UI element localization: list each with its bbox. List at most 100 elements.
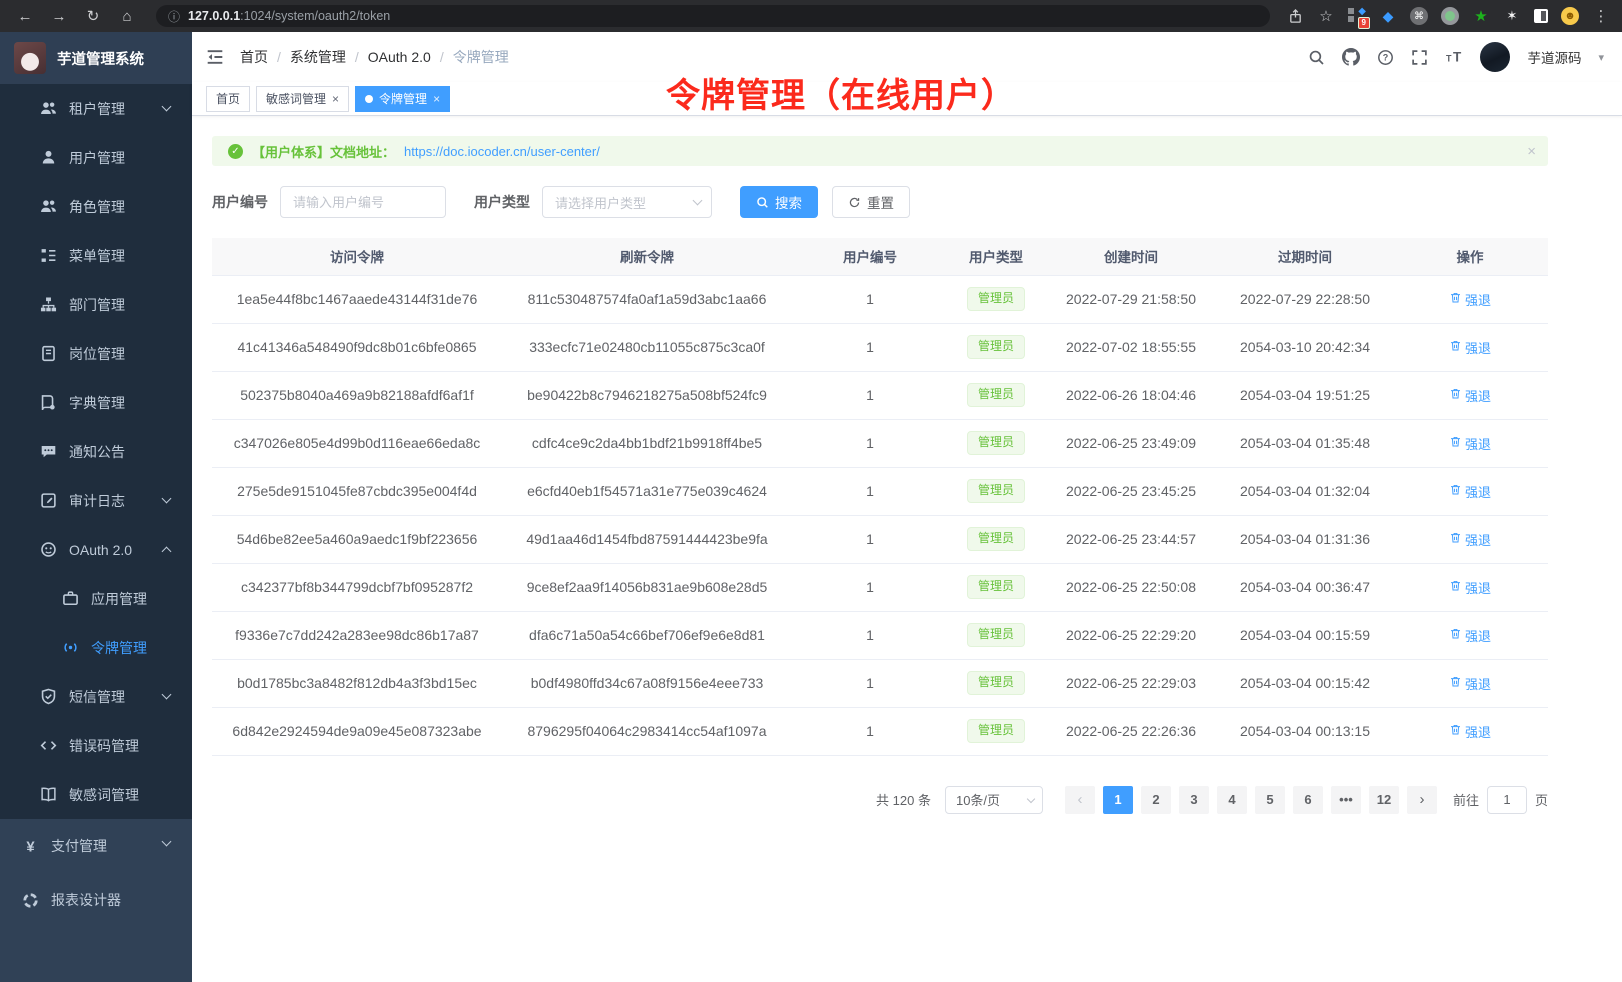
sidebar-item-notice[interactable]: 通知公告 [0, 427, 192, 476]
sidebar-item-pay[interactable]: ¥支付管理 [0, 819, 192, 873]
app-logo-row[interactable]: 芋道管理系统 [0, 32, 192, 84]
sidebar-item-audit-log[interactable]: 审计日志 [0, 476, 192, 525]
sidebar-item-label: 字典管理 [69, 393, 125, 413]
fullscreen-icon[interactable] [1411, 49, 1428, 66]
sidebar-item-tenant[interactable]: 租户管理 [0, 84, 192, 133]
trash-icon [1449, 627, 1462, 643]
force-logout-link[interactable]: 强退 [1449, 290, 1491, 309]
tab-home[interactable]: 首页 [206, 86, 250, 112]
user-id-input[interactable] [280, 186, 446, 218]
alert-doc-link[interactable]: https://doc.iocoder.cn/user-center/ [404, 144, 600, 159]
share-icon[interactable] [1286, 7, 1304, 25]
prev-page-button[interactable]: ‹ [1065, 786, 1095, 814]
force-logout-link[interactable]: 强退 [1449, 722, 1491, 741]
page-button[interactable]: 1 [1103, 786, 1133, 814]
sidebar-item-user[interactable]: 用户管理 [0, 133, 192, 182]
sidebar-item-label: 应用管理 [91, 589, 147, 609]
column-header: 创建时间 [1044, 238, 1218, 275]
force-logout-label: 强退 [1465, 674, 1491, 693]
sidebar-item-menu[interactable]: 菜单管理 [0, 231, 192, 280]
browser-home-icon[interactable]: ⌂ [114, 8, 140, 25]
next-page-button[interactable]: › [1407, 786, 1437, 814]
sidebar-item-role[interactable]: 角色管理 [0, 182, 192, 231]
tab-sensitive-word[interactable]: 敏感词管理× [256, 86, 349, 112]
refresh-token-cell: 811c530487574fa0af1a59d3abc1aa66 [502, 275, 792, 323]
browser-menu-icon[interactable]: ⋮ [1592, 7, 1610, 25]
force-logout-link[interactable]: 强退 [1449, 338, 1491, 357]
page-button[interactable]: 2 [1141, 786, 1171, 814]
sidebar-item-oauth2-token[interactable]: 令牌管理 [0, 623, 192, 672]
page-button[interactable]: 4 [1217, 786, 1247, 814]
sidebar-item-label: 部门管理 [69, 295, 125, 315]
font-size-icon[interactable]: TT [1445, 49, 1463, 65]
user-type-cell: 管理员 [948, 419, 1044, 467]
green-star-extension-icon[interactable]: ★ [1472, 7, 1490, 25]
code-icon [40, 737, 57, 754]
action-cell: 强退 [1392, 611, 1548, 659]
user-type-badge: 管理员 [967, 527, 1025, 551]
breadcrumb-item[interactable]: 系统管理 [290, 47, 346, 67]
tab-label: 首页 [216, 90, 240, 107]
page-button[interactable]: 3 [1179, 786, 1209, 814]
breadcrumb-item[interactable]: OAuth 2.0 [368, 49, 431, 65]
sidebar-item-dept[interactable]: 部门管理 [0, 280, 192, 329]
more-pages-button[interactable]: ••• [1331, 786, 1361, 814]
sidebar-item-post[interactable]: 岗位管理 [0, 329, 192, 378]
sidebar-item-report-designer[interactable]: 报表设计器 [0, 873, 192, 927]
force-logout-link[interactable]: 强退 [1449, 482, 1491, 501]
page-button[interactable]: 12 [1369, 786, 1399, 814]
refresh-token-cell: 9ce8ef2aa9f14056b831ae9b608e28d5 [502, 563, 792, 611]
gem-extension-icon[interactable]: ◆ [1379, 7, 1397, 25]
bookmark-star-icon[interactable]: ☆ [1317, 7, 1335, 25]
page-size-select[interactable]: 10条/页 [945, 786, 1043, 814]
force-logout-link[interactable]: 强退 [1449, 530, 1491, 549]
search-button[interactable]: 搜索 [740, 186, 818, 218]
sidebar-item-sms[interactable]: 短信管理 [0, 672, 192, 721]
force-logout-link[interactable]: 强退 [1449, 674, 1491, 693]
force-logout-link[interactable]: 强退 [1449, 434, 1491, 453]
expire-time-cell: 2054-03-04 01:35:48 [1218, 419, 1392, 467]
user-type-cell: 管理员 [948, 707, 1044, 755]
recorder-extension-icon[interactable] [1441, 7, 1459, 25]
help-icon[interactable]: ? [1377, 49, 1394, 66]
force-logout-link[interactable]: 强退 [1449, 626, 1491, 645]
sidebar-item-oauth2-app[interactable]: 应用管理 [0, 574, 192, 623]
extension-grid-icon[interactable]: ◆9 [1348, 7, 1366, 25]
dict-icon [40, 394, 57, 411]
sidebar-item-dict[interactable]: 字典管理 [0, 378, 192, 427]
url-host: 127.0.0.1 [188, 9, 240, 23]
reset-button[interactable]: 重置 [832, 186, 910, 218]
pin-extension-icon[interactable]: ✶ [1503, 7, 1521, 25]
created-time-cell: 2022-06-25 23:49:09 [1044, 419, 1218, 467]
user-type-badge: 管理员 [967, 335, 1025, 359]
username[interactable]: 芋道源码 [1527, 47, 1581, 67]
browser-url-bar[interactable]: ⓘ 127.0.0.1:1024/system/oauth2/token [156, 5, 1270, 27]
alert-close-icon[interactable]: × [1527, 143, 1536, 160]
goto-page-input[interactable] [1487, 786, 1527, 814]
page-button[interactable]: 5 [1255, 786, 1285, 814]
site-info-icon[interactable]: ⓘ [168, 8, 180, 25]
tab-close-icon[interactable]: × [433, 92, 440, 106]
browser-reload-icon[interactable]: ↻ [80, 7, 106, 25]
column-header: 访问令牌 [212, 238, 502, 275]
sidebar-item-sensitive-word[interactable]: 敏感词管理 [0, 770, 192, 819]
sidebar-collapse-icon[interactable] [206, 48, 224, 66]
emoji-extension-icon[interactable]: ☻ [1561, 7, 1579, 25]
search-icon[interactable] [1308, 49, 1325, 66]
browser-back-icon[interactable]: ← [12, 8, 38, 25]
tab-token[interactable]: 令牌管理× [355, 86, 450, 112]
sidepanel-icon[interactable] [1534, 9, 1548, 23]
browser-forward-icon[interactable]: → [46, 8, 72, 25]
force-logout-link[interactable]: 强退 [1449, 386, 1491, 405]
sidebar-item-oauth2[interactable]: OAuth 2.0 [0, 525, 192, 574]
force-logout-link[interactable]: 强退 [1449, 578, 1491, 597]
github-icon[interactable] [1342, 48, 1360, 66]
page-button[interactable]: 6 [1293, 786, 1323, 814]
sidebar-item-error-code[interactable]: 错误码管理 [0, 721, 192, 770]
tab-close-icon[interactable]: × [332, 92, 339, 106]
breadcrumb-item[interactable]: 首页 [240, 47, 268, 67]
command-extension-icon[interactable]: ⌘ [1410, 7, 1428, 25]
user-type-select[interactable]: 请选择用户类型 [542, 186, 712, 218]
report-icon [22, 892, 39, 909]
user-avatar[interactable] [1480, 42, 1510, 72]
